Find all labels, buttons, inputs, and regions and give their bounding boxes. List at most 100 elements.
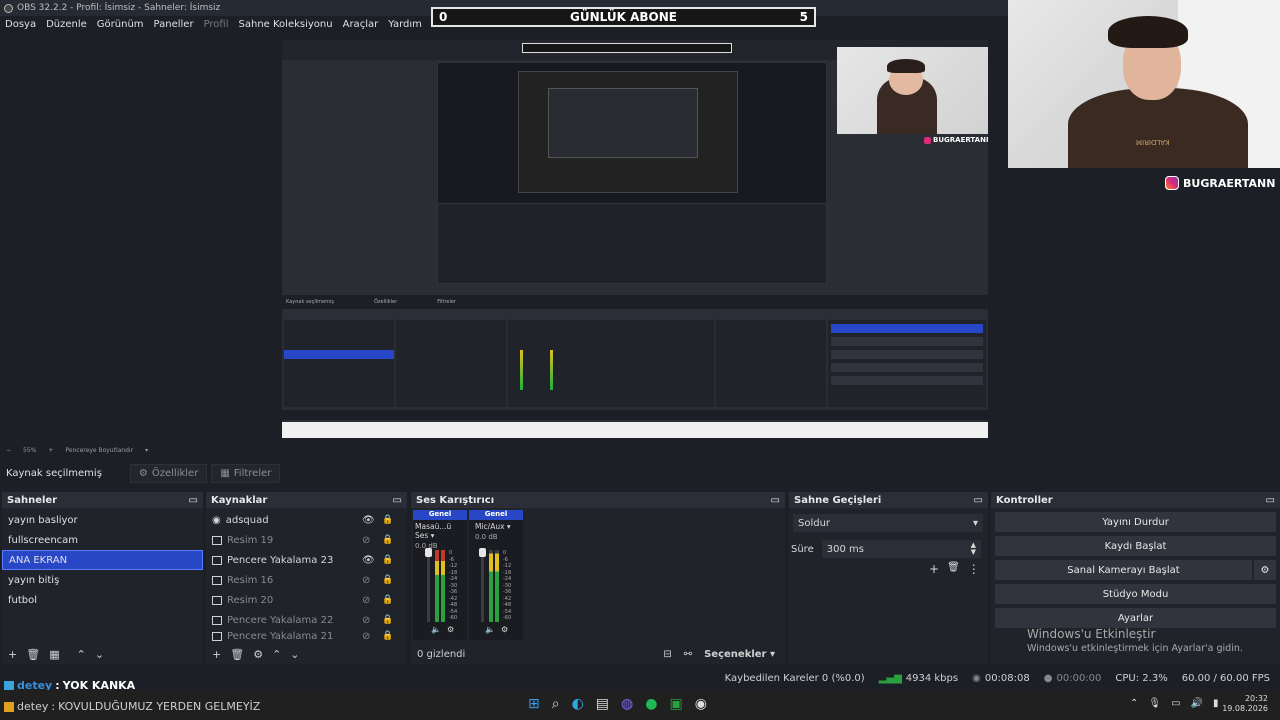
speaker-icon[interactable]: 🔈	[431, 625, 441, 634]
filters-button[interactable]: ▦ Filtreler	[211, 463, 281, 483]
trash-icon[interactable]: 🗑	[26, 648, 40, 661]
lock-icon[interactable]: 🔒	[382, 515, 393, 525]
source-item[interactable]: ◉ adsquad 👁 🔒	[206, 510, 407, 530]
chevron-up-icon[interactable]: ⌃	[1130, 698, 1138, 709]
filter-icon[interactable]: ▦	[49, 648, 59, 661]
link-icon[interactable]: ⚯	[684, 649, 692, 660]
scene-item[interactable]: yayın bitiş	[2, 570, 203, 590]
duration-row: Süre 300 ms ▲ ▼	[791, 540, 981, 558]
source-item[interactable]: Resim 19 ⊘ 🔒	[206, 530, 407, 550]
eye-icon[interactable]: 👁	[362, 555, 375, 566]
chevron-up-icon[interactable]: ⌃	[272, 648, 281, 661]
scene-item[interactable]: futbol	[2, 590, 203, 610]
zoom-out-icon[interactable]: −	[6, 447, 11, 454]
transition-select[interactable]: Soldur ▾	[793, 514, 983, 532]
menu-view[interactable]: Görünüm	[92, 19, 149, 30]
discord-icon[interactable]: ◍	[621, 696, 633, 712]
mixer-toolbar: 0 gizlendi ⊟ ⚯ Seçenekler ▾	[411, 644, 785, 664]
network-icon[interactable]: ▭	[1171, 698, 1180, 709]
eye-icon[interactable]: 👁	[362, 515, 375, 526]
volume-slider-track[interactable]	[427, 548, 430, 622]
eye-hidden-icon[interactable]: ⊘	[362, 575, 370, 586]
windows-start-icon[interactable]: ⊞	[528, 696, 540, 712]
dock-menu-icon[interactable]: ▭	[771, 495, 780, 506]
stop-stream-button[interactable]: Yayını Durdur	[995, 512, 1276, 532]
start-recording-button[interactable]: Kaydı Başlat	[995, 536, 1276, 556]
eye-hidden-icon[interactable]: ⊘	[362, 631, 370, 642]
search-icon[interactable]: ⌕	[552, 696, 560, 712]
scene-item[interactable]: fullscreencam	[2, 530, 203, 550]
dock-menu-icon[interactable]: ▭	[1266, 495, 1275, 506]
add-icon[interactable]: +	[929, 562, 939, 576]
add-icon[interactable]: +	[212, 648, 221, 661]
lock-icon[interactable]: 🔒	[382, 555, 393, 565]
microphone-icon[interactable]: 🎙	[1148, 698, 1161, 709]
obs-taskbar-icon[interactable]: ◉	[695, 696, 707, 712]
source-item[interactable]: Resim 16 ⊘ 🔒	[206, 570, 407, 590]
menu-file[interactable]: Dosya	[0, 19, 41, 30]
dock-menu-icon[interactable]: ▭	[393, 495, 402, 506]
duration-input[interactable]: 300 ms ▲ ▼	[821, 540, 981, 558]
chevron-down-icon[interactable]: ⌄	[95, 648, 104, 661]
stream-time: ◉ 00:08:08	[972, 672, 1030, 684]
preview-canvas[interactable]: BUGRAERTANN Kaynak seçilmemiş Özellikler F…	[282, 40, 988, 438]
volume-slider-track[interactable]	[481, 548, 484, 622]
volume-slider-handle[interactable]	[479, 548, 486, 557]
scene-item-selected[interactable]: ANA EKRAN	[2, 550, 203, 570]
source-item[interactable]: Pencere Yakalama 22 ⊘ 🔒	[206, 610, 407, 630]
scene-item[interactable]: yayın basliyor	[2, 510, 203, 530]
lock-icon[interactable]: 🔒	[382, 615, 393, 625]
source-item[interactable]: Resim 20 ⊘ 🔒	[206, 590, 407, 610]
eye-hidden-icon[interactable]: ⊘	[362, 595, 370, 606]
menu-profile[interactable]: Profil	[199, 19, 234, 30]
studio-mode-button[interactable]: Stüdyo Modu	[995, 584, 1276, 604]
mixer-options-button[interactable]: Seçenekler ▾	[704, 649, 775, 660]
gear-icon[interactable]: ⚙	[253, 648, 263, 661]
lock-icon[interactable]: 🔒	[382, 631, 393, 641]
more-options-icon[interactable]: ⋮	[968, 562, 980, 576]
eye-hidden-icon[interactable]: ⊘	[362, 535, 370, 546]
gear-icon[interactable]: ⚙	[501, 625, 508, 634]
virtual-camera-settings-icon[interactable]: ⚙	[1254, 560, 1276, 580]
cpu-usage: CPU: 2.3%	[1115, 672, 1168, 684]
trash-icon[interactable]: 🗑	[947, 562, 960, 576]
channel-name[interactable]: Mic/Aux ▾	[469, 520, 523, 533]
edge-browser-icon[interactable]: ◐	[572, 696, 584, 712]
speaker-icon[interactable]: 🔈	[485, 625, 495, 634]
eye-hidden-icon[interactable]: ⊘	[362, 615, 370, 626]
menu-tools[interactable]: Araçlar	[338, 19, 384, 30]
lock-icon[interactable]: 🔒	[382, 575, 393, 585]
properties-button[interactable]: ⚙ Özellikler	[129, 463, 208, 483]
zoom-percent[interactable]: 55%	[23, 447, 36, 454]
dock-menu-icon[interactable]: ▭	[189, 495, 198, 506]
dock-menu-icon[interactable]: ▭	[974, 495, 983, 506]
zoom-in-icon[interactable]: +	[48, 447, 53, 454]
volume-icon[interactable]: 🔊	[1191, 698, 1203, 709]
add-icon[interactable]: +	[8, 648, 17, 661]
gear-icon[interactable]: ⚙	[447, 625, 454, 634]
layout-icon[interactable]: ⊟	[663, 649, 671, 660]
lock-icon[interactable]: 🔒	[382, 535, 393, 545]
trash-icon[interactable]: 🗑	[230, 648, 244, 661]
zoom-mode[interactable]: Pencereye Boyutlandır	[65, 447, 133, 454]
battery-icon[interactable]: ▮	[1213, 698, 1219, 709]
source-item[interactable]: Pencere Yakalama 23 👁 🔒	[206, 550, 407, 570]
spotify-icon[interactable]: ●	[645, 696, 657, 712]
channel-name[interactable]: Masaü...ü Ses ▾	[413, 520, 467, 542]
menu-help[interactable]: Yardım	[383, 19, 427, 30]
file-explorer-icon[interactable]: ▤	[596, 696, 609, 712]
volume-slider-handle[interactable]	[425, 548, 432, 557]
chevron-down-icon[interactable]: ▾	[145, 447, 148, 454]
menu-scene-collection[interactable]: Sahne Koleksiyonu	[234, 19, 338, 30]
source-item[interactable]: Pencere Yakalama 21 ⊘ 🔒	[206, 630, 407, 642]
start-virtual-camera-button[interactable]: Sanal Kamerayı Başlat	[995, 560, 1252, 580]
chevron-down-icon[interactable]: ⌄	[290, 648, 299, 661]
menu-edit[interactable]: Düzenle	[41, 19, 92, 30]
settings-button[interactable]: Ayarlar	[995, 608, 1276, 628]
chat-user: detey	[17, 700, 49, 713]
lock-icon[interactable]: 🔒	[382, 595, 393, 605]
clock[interactable]: 20:32 19.08.2026	[1222, 694, 1268, 714]
menu-docks[interactable]: Paneller	[149, 19, 199, 30]
chevron-up-icon[interactable]: ⌃	[77, 648, 86, 661]
terminal-icon[interactable]: ▣	[669, 696, 682, 712]
